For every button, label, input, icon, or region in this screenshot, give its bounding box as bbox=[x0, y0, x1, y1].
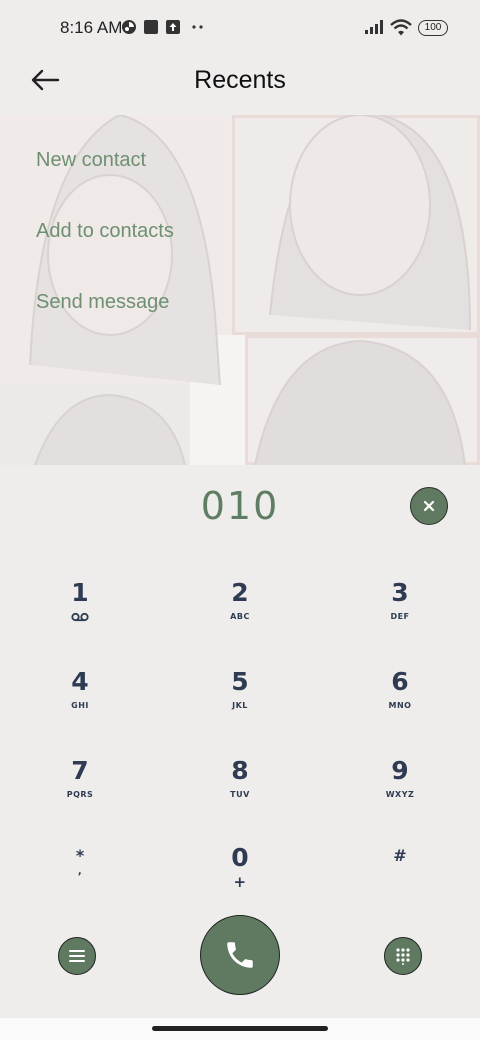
key-digit: 3 bbox=[391, 578, 409, 607]
menu-item-send-message[interactable]: Send message bbox=[36, 280, 174, 351]
key-digit: 2 bbox=[231, 578, 249, 607]
key-1[interactable]: 1 bbox=[20, 578, 140, 648]
clear-button[interactable] bbox=[410, 487, 448, 525]
key-6[interactable]: 6 MNO bbox=[340, 667, 460, 737]
key-letters: TUV bbox=[230, 790, 250, 799]
key-digit: 7 bbox=[71, 756, 89, 785]
key-letters: JKL bbox=[232, 701, 248, 710]
context-menu: New contact Add to contacts Send message bbox=[36, 138, 174, 351]
key-letters: + bbox=[233, 873, 247, 891]
app-header: Recents bbox=[0, 56, 480, 108]
key-2[interactable]: 2 ABC bbox=[180, 578, 300, 648]
key-digit: 1 bbox=[71, 578, 89, 607]
key-digit: * bbox=[75, 846, 85, 865]
more-dots-icon bbox=[192, 25, 203, 29]
call-button[interactable] bbox=[200, 915, 280, 995]
status-time: 8:16 AM bbox=[60, 18, 123, 37]
key-letters: PQRS bbox=[66, 790, 94, 799]
key-0[interactable]: 0 + bbox=[180, 843, 300, 913]
voicemail-icon bbox=[71, 612, 89, 622]
circle-status-icon bbox=[122, 20, 136, 34]
wifi-icon bbox=[390, 19, 412, 36]
menu-item-new-contact[interactable]: New contact bbox=[36, 138, 174, 209]
close-icon bbox=[423, 500, 435, 512]
key-letters: DEF bbox=[390, 612, 410, 621]
keypad-grid-icon bbox=[396, 948, 410, 965]
key-8[interactable]: 8 TUV bbox=[180, 756, 300, 826]
key-7[interactable]: 7 PQRS bbox=[20, 756, 140, 826]
menu-icon bbox=[69, 950, 85, 962]
key-digit: 8 bbox=[231, 756, 249, 785]
key-digit: 4 bbox=[71, 667, 89, 696]
key-digit: 9 bbox=[391, 756, 409, 785]
key-letters: , bbox=[77, 866, 83, 877]
home-indicator[interactable] bbox=[152, 1026, 328, 1031]
upload-icon bbox=[166, 20, 180, 34]
square-notification-icon bbox=[144, 20, 158, 34]
key-hash[interactable]: # bbox=[340, 846, 460, 916]
key-star[interactable]: * , bbox=[20, 846, 140, 916]
page-title: Recents bbox=[194, 66, 286, 94]
menu-item-add-to-contacts[interactable]: Add to contacts bbox=[36, 209, 174, 280]
phone-icon bbox=[227, 942, 253, 968]
key-digit: 0 bbox=[231, 843, 249, 872]
battery-indicator: 100 bbox=[418, 20, 448, 36]
key-letters: MNO bbox=[388, 701, 412, 710]
key-digit: 5 bbox=[231, 667, 249, 696]
signal-icon bbox=[365, 20, 383, 34]
keypad-toggle-button[interactable] bbox=[384, 937, 422, 975]
key-letters: WXYZ bbox=[385, 790, 415, 799]
key-3[interactable]: 3 DEF bbox=[340, 578, 460, 648]
key-digit: 6 bbox=[391, 667, 409, 696]
menu-button[interactable] bbox=[58, 937, 96, 975]
key-digit: # bbox=[393, 846, 407, 865]
key-letters: ABC bbox=[230, 612, 250, 621]
key-5[interactable]: 5 JKL bbox=[180, 667, 300, 737]
key-letters: GHI bbox=[71, 701, 89, 710]
key-4[interactable]: 4 GHI bbox=[20, 667, 140, 737]
key-9[interactable]: 9 WXYZ bbox=[340, 756, 460, 826]
status-bar: 8:16 AM 100 bbox=[0, 0, 480, 56]
dialed-number: 010 bbox=[200, 484, 280, 528]
